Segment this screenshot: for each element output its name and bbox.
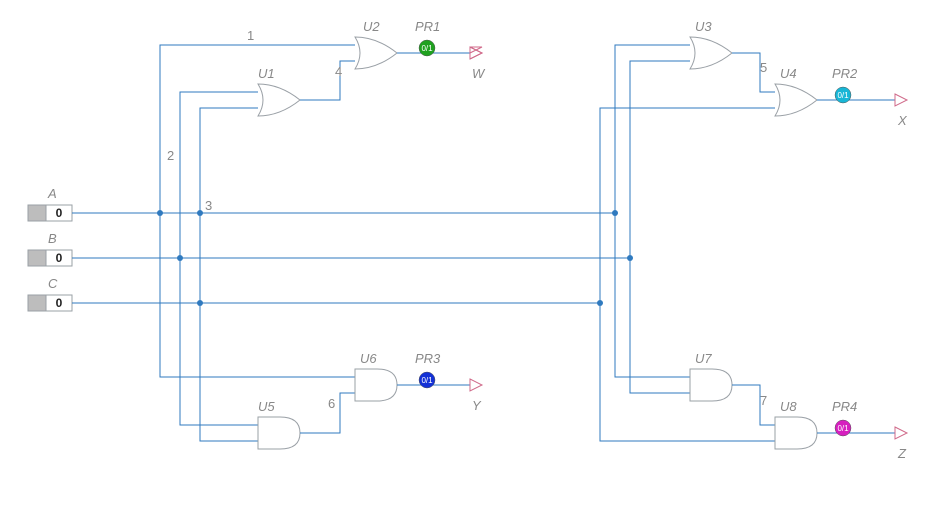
output-W: W bbox=[470, 47, 486, 81]
svg-text:W: W bbox=[472, 66, 486, 81]
gate-U8: U8 bbox=[775, 399, 817, 449]
input-B-label: B bbox=[48, 231, 57, 246]
gate-U3: U3 bbox=[690, 19, 732, 69]
gate-U4: U4 bbox=[775, 66, 817, 116]
svg-text:0/1: 0/1 bbox=[837, 424, 849, 433]
input-B-value: 0 bbox=[56, 251, 63, 265]
svg-text:PR1: PR1 bbox=[415, 19, 440, 34]
svg-text:0/1: 0/1 bbox=[421, 44, 433, 53]
net-1-label: 1 bbox=[247, 28, 254, 43]
input-C[interactable]: C 0 bbox=[28, 276, 72, 311]
svg-text:U3: U3 bbox=[695, 19, 712, 34]
svg-text:U7: U7 bbox=[695, 351, 712, 366]
gate-U7: U7 bbox=[690, 351, 732, 401]
circuit-diagram: A 0 B 0 C 0 U1 4 1 2 bbox=[0, 0, 930, 510]
net-6-label: 6 bbox=[328, 396, 335, 411]
probe-PR3: 0/1 PR3 bbox=[415, 351, 441, 388]
svg-text:PR3: PR3 bbox=[415, 351, 441, 366]
output-X: X bbox=[895, 94, 908, 128]
net-7-label: 7 bbox=[760, 393, 767, 408]
input-A-value: 0 bbox=[56, 206, 63, 220]
svg-text:U2: U2 bbox=[363, 19, 380, 34]
svg-text:U6: U6 bbox=[360, 351, 377, 366]
svg-text:Z: Z bbox=[897, 446, 907, 461]
output-Z: Z bbox=[895, 427, 907, 461]
probe-PR4: 0/1 PR4 bbox=[832, 399, 857, 436]
input-A-label: A bbox=[47, 186, 57, 201]
gate-U6: U6 bbox=[355, 351, 397, 401]
gate-U2: U2 bbox=[355, 19, 397, 69]
input-C-label: C bbox=[48, 276, 58, 291]
probe-PR1: 0/1 PR1 bbox=[415, 19, 440, 56]
svg-text:U1: U1 bbox=[258, 66, 275, 81]
svg-text:0/1: 0/1 bbox=[421, 376, 433, 385]
svg-text:U5: U5 bbox=[258, 399, 275, 414]
svg-text:U8: U8 bbox=[780, 399, 797, 414]
svg-text:PR4: PR4 bbox=[832, 399, 857, 414]
output-Y: Y bbox=[470, 379, 482, 413]
svg-text:Y: Y bbox=[472, 398, 482, 413]
probe-PR2: 0/1 PR2 bbox=[832, 66, 858, 103]
gate-U1: U1 bbox=[258, 66, 300, 116]
net-4-label: 4 bbox=[335, 64, 342, 79]
svg-text:0/1: 0/1 bbox=[837, 91, 849, 100]
input-C-value: 0 bbox=[56, 296, 63, 310]
input-A[interactable]: A 0 bbox=[28, 186, 72, 221]
net-2-label: 2 bbox=[167, 148, 174, 163]
svg-text:X: X bbox=[897, 113, 908, 128]
svg-text:PR2: PR2 bbox=[832, 66, 858, 81]
gate-U5: U5 bbox=[258, 399, 300, 449]
net-5-label: 5 bbox=[760, 60, 767, 75]
svg-text:U4: U4 bbox=[780, 66, 797, 81]
input-B[interactable]: B 0 bbox=[28, 231, 72, 266]
net-3-label: 3 bbox=[205, 198, 212, 213]
